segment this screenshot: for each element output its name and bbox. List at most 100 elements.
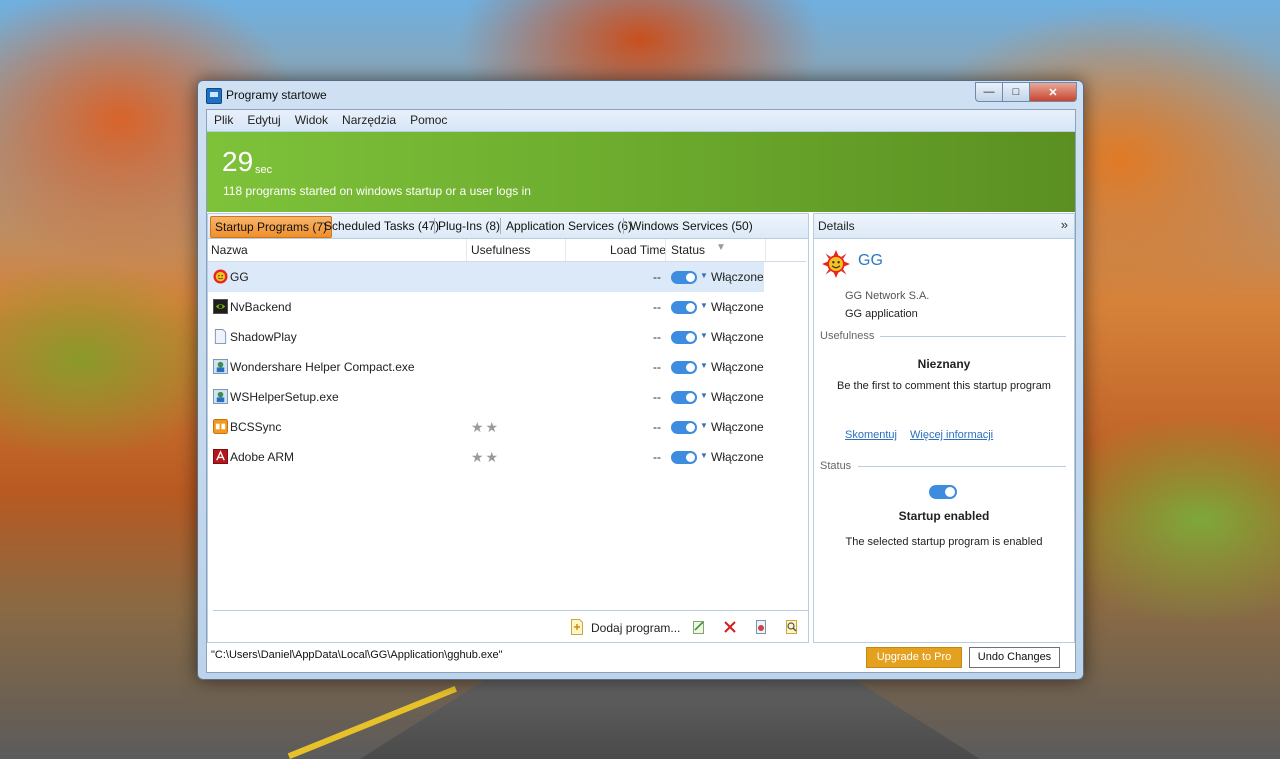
column-name[interactable]: Nazwa: [211, 243, 248, 257]
title-bar[interactable]: Programy startowe — □ ✕: [198, 81, 1083, 109]
programs-panel: Startup Programs (7) Scheduled Tasks (47…: [207, 213, 809, 643]
menu-item-plik[interactable]: Plik: [207, 110, 240, 127]
status-section-label: Status: [820, 460, 852, 472]
maximize-button[interactable]: □: [1002, 82, 1029, 102]
tab-separator: [500, 218, 501, 234]
load-time: --: [653, 450, 661, 464]
status-text: Włączone: [711, 450, 764, 464]
status-toggle[interactable]: [671, 451, 697, 464]
usefulness-stars: ★★: [471, 449, 501, 465]
menu-item-edytuj[interactable]: Edytuj: [240, 110, 287, 127]
column-separator[interactable]: [665, 239, 666, 261]
program-name: NvBackend: [230, 300, 292, 314]
column-separator[interactable]: [765, 239, 766, 261]
program-list: GG -- ▼ Włączone NvBackend -- ▼ Włączone…: [208, 262, 808, 472]
menu-item-widok[interactable]: Widok: [288, 110, 335, 127]
bcssync-icon: [213, 419, 228, 434]
status-dropdown-icon[interactable]: ▼: [700, 271, 708, 280]
table-row[interactable]: WSHelperSetup.exe -- ▼ Włączone: [208, 382, 808, 412]
adobe-icon: [213, 449, 228, 464]
edit-icon[interactable]: [691, 619, 707, 635]
startup-status-toggle[interactable]: [929, 485, 957, 499]
status-text: Włączone: [711, 270, 764, 284]
usefulness-section-label: Usefulness: [820, 330, 875, 342]
sort-down-icon[interactable]: ▼: [716, 242, 726, 253]
column-separator[interactable]: [565, 239, 566, 261]
menu-bar: Plik Edytuj Widok Narzędzia Pomoc: [207, 110, 1075, 132]
menu-item-pomoc[interactable]: Pomoc: [403, 110, 454, 127]
status-title: Startup enabled: [898, 509, 990, 523]
status-dropdown-icon[interactable]: ▼: [700, 421, 708, 430]
program-name: BCSSync: [230, 420, 282, 434]
search-online-icon[interactable]: [784, 619, 800, 635]
program-path: "C:\Users\Daniel\AppData\Local\GG\Applic…: [211, 649, 503, 661]
column-load-time[interactable]: Load Time: [610, 243, 666, 257]
section-divider: [858, 466, 1066, 467]
status-toggle[interactable]: [671, 331, 697, 344]
wondershare-icon: [213, 359, 228, 374]
minimize-button[interactable]: —: [975, 82, 1002, 102]
wondershare-icon: [213, 389, 228, 404]
status-text: Włączone: [711, 330, 764, 344]
status-toggle[interactable]: [671, 391, 697, 404]
status-dropdown-icon[interactable]: ▼: [700, 301, 708, 310]
status-text: Włączone: [711, 390, 764, 404]
load-time: --: [653, 330, 661, 344]
selected-program-description: GG application: [845, 308, 918, 320]
program-name: ShadowPlay: [230, 330, 297, 344]
table-row[interactable]: NvBackend -- ▼ Włączone: [208, 292, 808, 322]
status-dropdown-icon[interactable]: ▼: [700, 451, 708, 460]
column-header: Nazwa Usefulness Load Time Status ▼: [208, 239, 806, 262]
upgrade-button[interactable]: Upgrade to Pro: [866, 647, 962, 668]
details-title: Details: [818, 219, 855, 233]
table-row[interactable]: Wondershare Helper Compact.exe -- ▼ Włąc…: [208, 352, 808, 382]
tab-plug-ins[interactable]: Plug-Ins (8): [434, 216, 504, 236]
table-row[interactable]: GG -- ▼ Włączone: [208, 262, 764, 292]
status-dropdown-icon[interactable]: ▼: [700, 361, 708, 370]
column-status[interactable]: Status: [671, 243, 705, 257]
status-toggle[interactable]: [671, 421, 697, 434]
status-toggle[interactable]: [671, 301, 697, 314]
load-time: --: [653, 390, 661, 404]
document-icon: [214, 329, 227, 344]
program-window: Programy startowe — □ ✕ Plik Edytuj Widok N…: [197, 80, 1084, 680]
window-controls: — □ ✕: [975, 82, 1077, 102]
selected-program-name: GG: [858, 252, 883, 269]
startup-time-value: 29: [222, 146, 254, 177]
startup-time-unit: sec: [255, 164, 273, 176]
selected-program-publisher: GG Network S.A.: [845, 290, 930, 302]
tab-application-services[interactable]: Application Services (6): [502, 216, 636, 236]
add-program-icon[interactable]: [569, 619, 585, 635]
table-row[interactable]: ShadowPlay -- ▼ Włączone: [208, 322, 808, 352]
table-row[interactable]: Adobe ARM ★★ -- ▼ Włączone: [208, 442, 808, 472]
tab-startup-programs[interactable]: Startup Programs (7): [210, 216, 333, 238]
usefulness-text: Be the first to comment this startup pro…: [837, 380, 1051, 392]
column-usefulness[interactable]: Usefulness: [471, 243, 530, 257]
details-header: Details »: [814, 214, 1074, 239]
undo-changes-button[interactable]: Undo Changes: [969, 647, 1060, 668]
comment-link[interactable]: Skomentuj: [845, 429, 897, 441]
app-icon: [206, 88, 222, 104]
close-button[interactable]: ✕: [1029, 82, 1077, 102]
tab-windows-services[interactable]: Windows Services (50): [626, 216, 757, 236]
column-separator[interactable]: [466, 239, 467, 261]
usefulness-value: Nieznany: [917, 357, 971, 371]
table-row[interactable]: BCSSync ★★ -- ▼ Włączone: [208, 412, 808, 442]
status-dropdown-icon[interactable]: ▼: [700, 331, 708, 340]
load-time: --: [653, 300, 661, 314]
load-time: --: [653, 420, 661, 434]
menu-item-narzedzia[interactable]: Narzędzia: [335, 110, 403, 127]
program-name: WSHelperSetup.exe: [230, 390, 339, 404]
open-location-icon[interactable]: [753, 619, 769, 635]
tab-scheduled-tasks[interactable]: Scheduled Tasks (47): [320, 216, 443, 236]
status-dropdown-icon[interactable]: ▼: [700, 391, 708, 400]
delete-icon[interactable]: [722, 619, 738, 635]
status-toggle[interactable]: [671, 361, 697, 374]
program-name: Adobe ARM: [230, 450, 295, 464]
nvidia-icon: [213, 299, 228, 314]
gg-sun-icon: [213, 269, 228, 284]
collapse-panel-icon[interactable]: »: [1061, 217, 1068, 232]
status-toggle[interactable]: [671, 271, 697, 284]
more-info-link[interactable]: Więcej informacji: [910, 429, 993, 441]
add-program-button[interactable]: Dodaj program...: [591, 621, 680, 635]
